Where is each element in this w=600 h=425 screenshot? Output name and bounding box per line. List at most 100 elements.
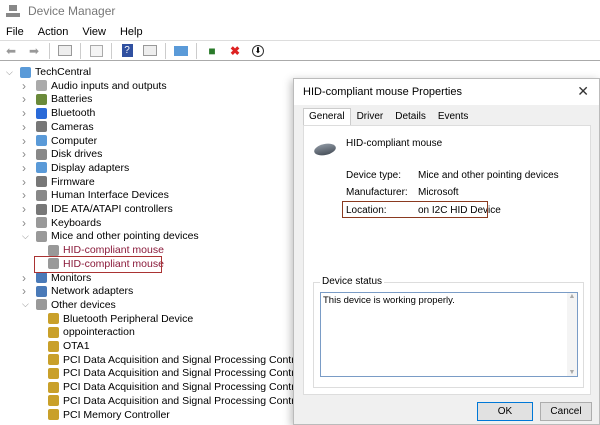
tree-item-label: Disk drives: [51, 148, 103, 161]
tree-item-label: oppointeraction: [63, 326, 135, 339]
tree-category[interactable]: › Computer: [22, 134, 98, 148]
tree-device[interactable]: PCI Data Acquisition and Signal Processi…: [48, 353, 315, 367]
tree-category[interactable]: ⌵ Mice and other pointing devices: [22, 229, 199, 243]
mouse-icon: [313, 141, 337, 158]
close-icon[interactable]: ✕: [577, 83, 589, 100]
chevron-right-icon[interactable]: ›: [22, 216, 26, 230]
tree-device[interactable]: PCI Memory Controller: [48, 408, 170, 422]
warning-device-icon: [48, 367, 59, 379]
tree-device[interactable]: Bluetooth Peripheral Device: [48, 312, 193, 326]
device-status-text: This device is working properly.: [323, 295, 455, 306]
tree-device[interactable]: PCI Data Acquisition and Signal Processi…: [48, 394, 315, 408]
toolbar: ⬅ ➡ ? ■ ✖ ⬇: [0, 41, 600, 61]
mouse-icon: [36, 230, 47, 242]
warning-device-icon: [48, 354, 59, 366]
device-manager-icon: [6, 5, 20, 17]
tree-category[interactable]: › Bluetooth: [22, 106, 95, 120]
forward-icon[interactable]: ➡: [26, 44, 42, 58]
tree-device[interactable]: OTA1: [48, 339, 90, 353]
tree-category[interactable]: › Firmware: [22, 175, 95, 189]
tree-item-label: Other devices: [51, 298, 116, 311]
tree-category[interactable]: › Human Interface Devices: [22, 188, 169, 202]
tree-device[interactable]: PCI Data Acquisition and Signal Processi…: [48, 380, 315, 394]
properties-view-icon[interactable]: [57, 44, 73, 58]
disable-device-icon[interactable]: ⬇: [250, 44, 266, 58]
chevron-down-icon[interactable]: ⌵: [22, 231, 29, 242]
monitor-icon: [36, 272, 47, 283]
warning-device-icon: [48, 340, 59, 352]
tab-driver[interactable]: Driver: [351, 108, 390, 125]
help-icon[interactable]: ?: [119, 44, 135, 58]
location-highlight-box: [342, 201, 488, 218]
warning-device-icon: [48, 395, 59, 407]
chevron-right-icon[interactable]: ›: [22, 271, 26, 285]
details-pane-icon[interactable]: [142, 44, 158, 58]
chevron-right-icon[interactable]: ›: [22, 188, 26, 202]
device-status-textarea[interactable]: This device is working properly. ▲ ▼: [320, 292, 578, 377]
title-bar: Device Manager: [0, 0, 600, 22]
tree-category[interactable]: › Keyboards: [22, 216, 102, 230]
chevron-down-icon[interactable]: ⌵: [6, 67, 13, 78]
chevron-right-icon[interactable]: ›: [22, 147, 26, 161]
menu-help[interactable]: Help: [120, 26, 143, 38]
cancel-button[interactable]: Cancel: [540, 402, 592, 421]
tree-category[interactable]: › Audio inputs and outputs: [22, 79, 167, 93]
firmware-icon: [36, 176, 47, 188]
tree-category[interactable]: ⌵ Other devices: [22, 298, 116, 312]
chevron-down-icon[interactable]: ⌵: [22, 299, 29, 310]
dialog-title-bar: HID-compliant mouse Properties ✕: [294, 79, 599, 105]
device-status-title: Device status: [320, 276, 385, 287]
chevron-right-icon[interactable]: ›: [22, 175, 26, 189]
tree-device[interactable]: oppointeraction: [48, 325, 135, 339]
tree-category[interactable]: › Disk drives: [22, 147, 103, 161]
tree-category[interactable]: › Batteries: [22, 92, 93, 106]
menu-view[interactable]: View: [82, 26, 106, 38]
tree-item-label: PCI Data Acquisition and Signal Processi…: [63, 394, 315, 407]
ok-button[interactable]: OK: [477, 402, 533, 421]
chevron-right-icon[interactable]: ›: [22, 120, 26, 134]
chevron-right-icon[interactable]: ›: [22, 106, 26, 120]
menu-action[interactable]: Action: [38, 26, 69, 38]
bluetooth-icon: [36, 107, 47, 119]
tree-item-label: Audio inputs and outputs: [51, 79, 167, 92]
chevron-right-icon[interactable]: ›: [22, 79, 26, 93]
tree-category[interactable]: › IDE ATA/ATAPI controllers: [22, 202, 173, 216]
tree-device[interactable]: PCI Data Acquisition and Signal Processi…: [48, 366, 315, 380]
tree-item-label: PCI Data Acquisition and Signal Processi…: [63, 367, 315, 380]
menu-file[interactable]: File: [6, 26, 24, 38]
tree-item-label: Keyboards: [51, 216, 102, 229]
chevron-right-icon[interactable]: ›: [22, 202, 26, 216]
tree-item-label: Computer: [51, 134, 98, 147]
back-icon[interactable]: ⬅: [3, 44, 19, 58]
tree-item-label: HID-compliant mouse: [63, 244, 164, 257]
divider: [111, 42, 112, 59]
uninstall-icon[interactable]: ✖: [227, 44, 243, 58]
show-hidden-icon[interactable]: [88, 44, 104, 58]
chevron-right-icon[interactable]: ›: [22, 284, 26, 298]
tab-events[interactable]: Events: [432, 108, 475, 125]
tab-general[interactable]: General: [303, 108, 351, 125]
scan-hardware-icon[interactable]: [173, 44, 189, 58]
chevron-right-icon[interactable]: ›: [22, 134, 26, 148]
battery-icon: [36, 93, 47, 105]
tree-device[interactable]: HID-compliant mouse: [48, 243, 164, 257]
divider: [80, 42, 81, 59]
tree-item-label: Display adapters: [51, 161, 130, 174]
chevron-right-icon[interactable]: ›: [22, 161, 26, 175]
tab-details[interactable]: Details: [389, 108, 432, 125]
menu-bar: File Action View Help: [0, 23, 600, 41]
manufacturer-value: Microsoft: [418, 187, 459, 198]
device-name: HID-compliant mouse: [346, 138, 443, 149]
tree-root[interactable]: ⌵ TechCentral: [6, 65, 91, 79]
tree-item-label: Batteries: [51, 93, 93, 106]
tree-item-label: Monitors: [51, 271, 92, 284]
scrollbar[interactable]: ▲ ▼: [567, 293, 577, 376]
tree-category[interactable]: › Cameras: [22, 120, 94, 134]
chevron-right-icon[interactable]: ›: [22, 92, 26, 106]
device-type-label: Device type:: [346, 170, 402, 181]
tree-category[interactable]: › Display adapters: [22, 161, 130, 175]
tree-category[interactable]: › Network adapters: [22, 284, 133, 298]
tree-item-label: Firmware: [51, 175, 95, 188]
update-driver-icon[interactable]: ■: [204, 44, 220, 58]
device-status-group: Device status This device is working pro…: [313, 276, 584, 388]
